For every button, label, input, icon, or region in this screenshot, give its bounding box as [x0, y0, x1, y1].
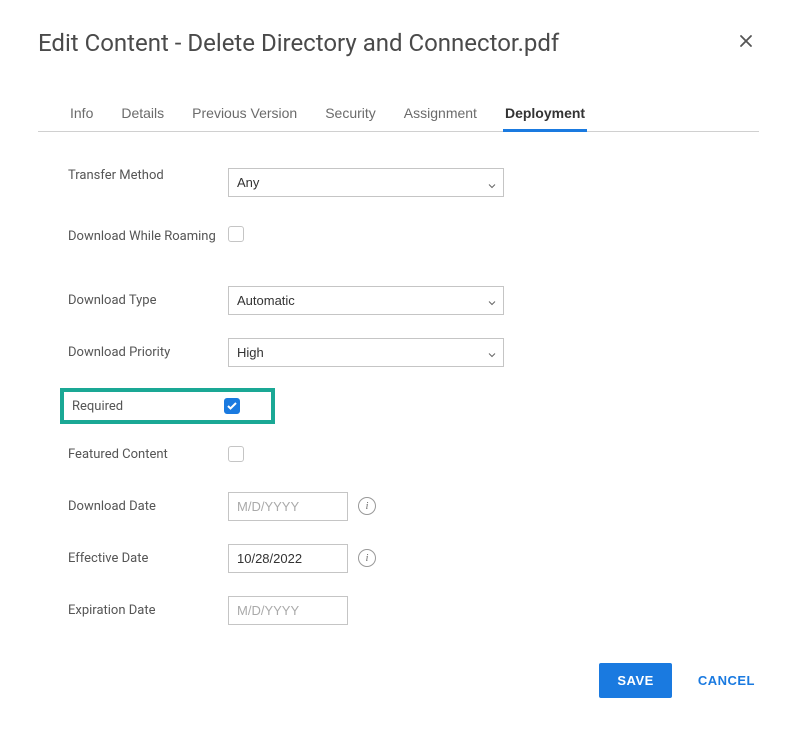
- featured-content-label: Featured Content: [68, 447, 228, 462]
- row-download-date: Download Date i: [68, 490, 729, 522]
- modal-footer: SAVE CANCEL: [599, 663, 759, 698]
- modal-header: Edit Content - Delete Directory and Conn…: [38, 28, 759, 57]
- save-button[interactable]: SAVE: [599, 663, 671, 698]
- download-roaming-label: Download While Roaming: [68, 226, 228, 246]
- required-checkbox[interactable]: [224, 398, 240, 414]
- transfer-method-label: Transfer Method: [68, 168, 228, 183]
- row-download-type: Download Type Automatic: [68, 284, 729, 316]
- expiration-date-label: Expiration Date: [68, 603, 228, 618]
- cancel-button[interactable]: CANCEL: [694, 663, 759, 698]
- deployment-form: Transfer Method Any Download While Roami…: [38, 132, 759, 666]
- row-download-priority: Download Priority High: [68, 336, 729, 368]
- download-roaming-checkbox[interactable]: [228, 226, 244, 242]
- row-featured-content: Featured Content: [68, 438, 729, 470]
- download-date-input[interactable]: [228, 492, 348, 521]
- download-priority-select-wrap: High: [228, 338, 504, 367]
- download-priority-value: High: [237, 345, 264, 360]
- featured-content-checkbox[interactable]: [228, 446, 244, 462]
- download-type-select[interactable]: Automatic: [228, 286, 504, 315]
- expiration-date-input[interactable]: [228, 596, 348, 625]
- transfer-method-select[interactable]: Any: [228, 168, 504, 197]
- row-download-roaming: Download While Roaming: [68, 226, 729, 258]
- download-type-select-wrap: Automatic: [228, 286, 504, 315]
- tab-previous-version[interactable]: Previous Version: [190, 97, 299, 132]
- row-required-highlighted: Required: [60, 388, 275, 424]
- download-type-value: Automatic: [237, 293, 295, 308]
- download-type-label: Download Type: [68, 293, 228, 308]
- tab-bar: Info Details Previous Version Security A…: [38, 97, 759, 132]
- effective-date-input[interactable]: [228, 544, 348, 573]
- download-priority-select[interactable]: High: [228, 338, 504, 367]
- modal-title: Edit Content - Delete Directory and Conn…: [38, 29, 559, 57]
- required-label: Required: [72, 399, 224, 414]
- row-transfer-method: Transfer Method Any: [68, 168, 729, 200]
- tab-deployment[interactable]: Deployment: [503, 97, 587, 132]
- row-expiration-date: Expiration Date: [68, 594, 729, 626]
- info-icon[interactable]: i: [358, 549, 376, 567]
- tab-security[interactable]: Security: [323, 97, 378, 132]
- tab-assignment[interactable]: Assignment: [402, 97, 479, 132]
- close-icon: [737, 32, 755, 53]
- row-effective-date: Effective Date i: [68, 542, 729, 574]
- effective-date-label: Effective Date: [68, 551, 228, 566]
- transfer-method-value: Any: [237, 175, 259, 190]
- edit-content-modal: Edit Content - Delete Directory and Conn…: [0, 0, 797, 666]
- tab-details[interactable]: Details: [119, 97, 166, 132]
- info-icon[interactable]: i: [358, 497, 376, 515]
- tab-info[interactable]: Info: [68, 97, 95, 132]
- download-date-label: Download Date: [68, 499, 228, 514]
- transfer-method-select-wrap: Any: [228, 168, 504, 197]
- download-priority-label: Download Priority: [68, 345, 228, 360]
- close-button[interactable]: [733, 28, 759, 57]
